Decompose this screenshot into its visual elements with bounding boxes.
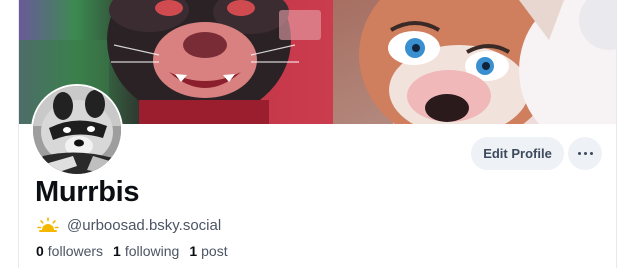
posts-count: 1 (189, 243, 198, 259)
followers-count: 0 (36, 243, 44, 259)
profile-card: Edit Profile Murrbis @urboosad.bsky.soci… (18, 0, 617, 268)
followers-link[interactable]: 0 followers (36, 243, 103, 259)
avatar[interactable] (31, 84, 123, 176)
avatar-image (33, 86, 121, 174)
edit-profile-button[interactable]: Edit Profile (471, 137, 564, 170)
posts-stat: 1 post (189, 243, 227, 259)
profile-stats: 0 followers 1 following 1 post (36, 243, 238, 259)
following-count: 1 (113, 243, 121, 259)
handle-row: @urboosad.bsky.social (37, 215, 221, 235)
profile-handle: @urboosad.bsky.social (67, 216, 222, 234)
ellipsis-icon (576, 152, 594, 155)
following-link[interactable]: 1 following (113, 243, 179, 259)
following-label: following (124, 243, 180, 259)
display-name: Murrbis (35, 176, 140, 208)
sun-behind-cloud-icon (37, 217, 59, 233)
page: Edit Profile Murrbis @urboosad.bsky.soci… (0, 0, 629, 268)
posts-label: post (201, 243, 228, 259)
followers-label: followers (47, 243, 104, 259)
more-options-button[interactable] (568, 137, 602, 170)
